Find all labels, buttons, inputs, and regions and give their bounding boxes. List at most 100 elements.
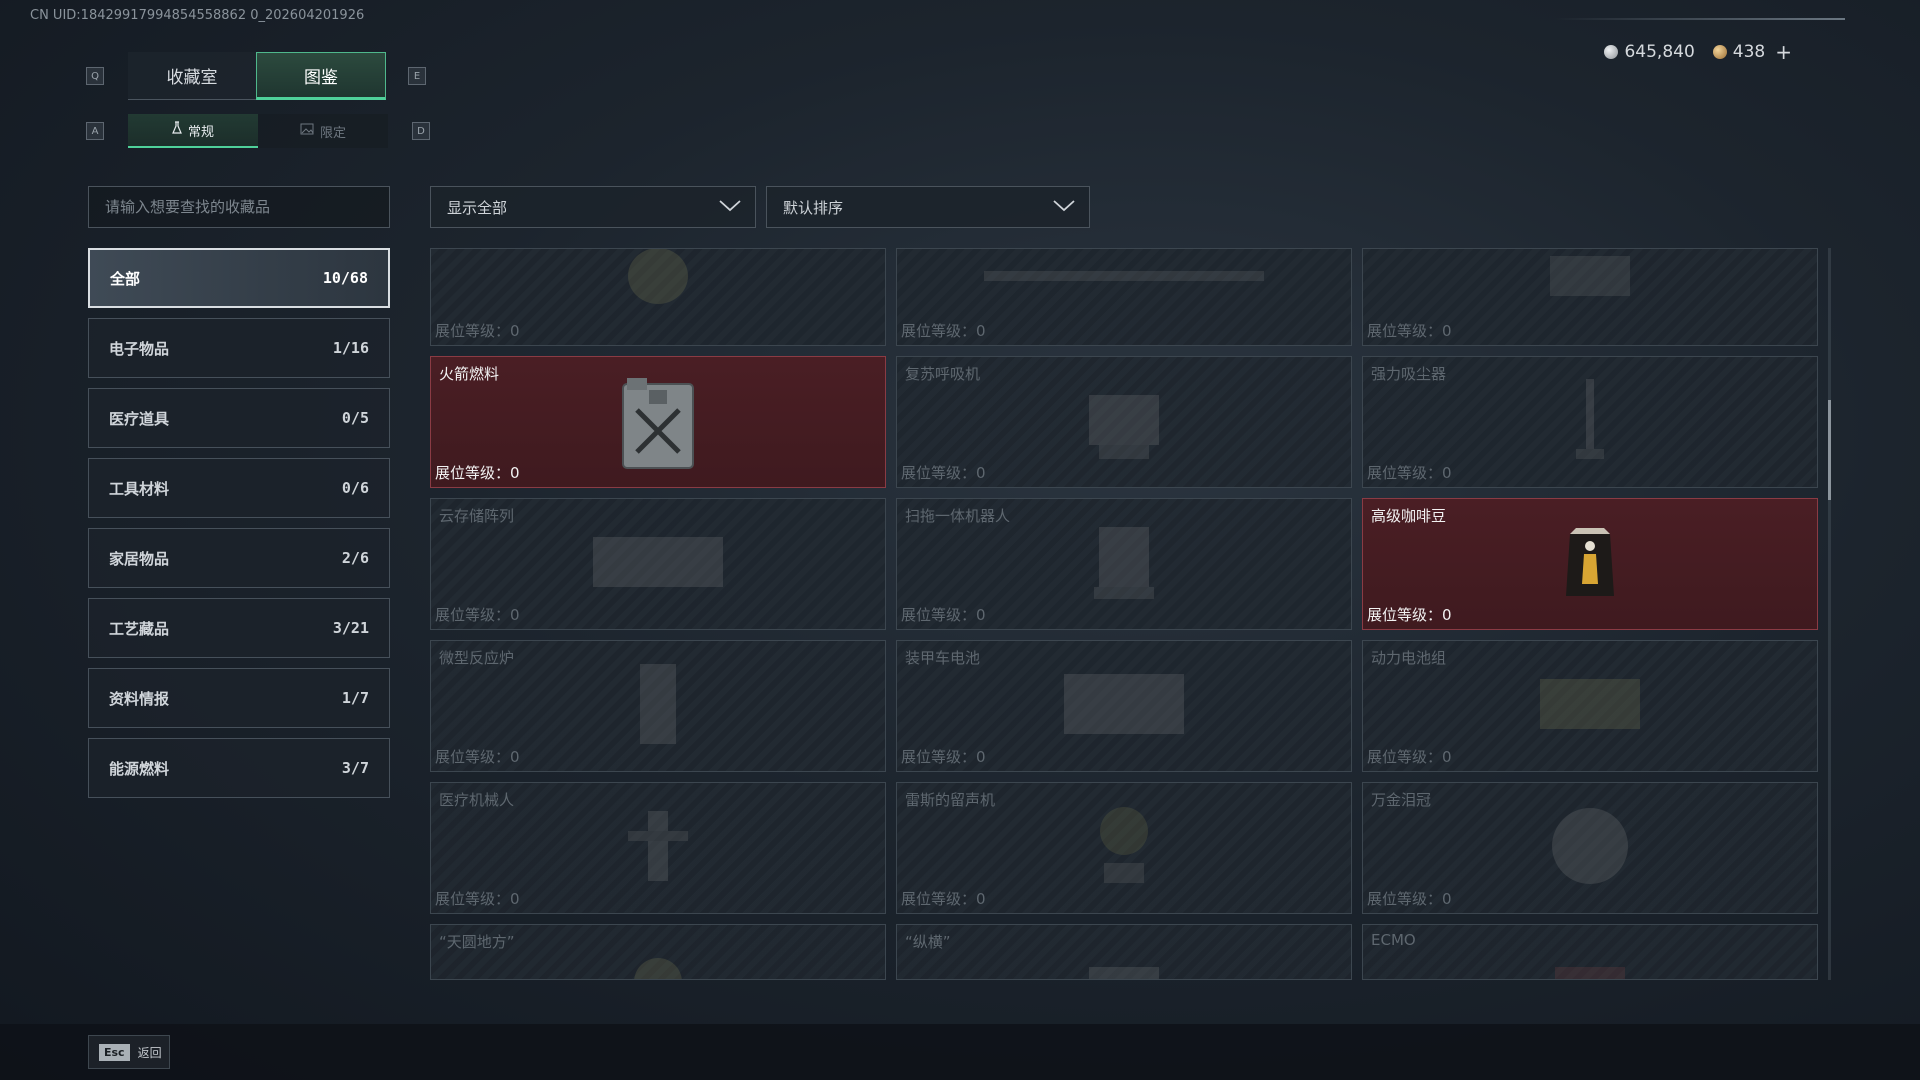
- collection-card[interactable]: “纵横”: [896, 924, 1352, 980]
- battery-pack-icon: [1535, 669, 1645, 743]
- card-name: “天圆地方”: [439, 933, 515, 951]
- card-name: 火箭燃料: [439, 365, 500, 383]
- chevron-down-icon: [719, 198, 741, 216]
- card-level: 展位等级：0: [901, 322, 986, 340]
- subtab-regular[interactable]: 常规: [128, 114, 258, 148]
- flask-icon: [172, 121, 182, 139]
- collection-card[interactable]: 微型反应炉 展位等级：0: [430, 640, 886, 772]
- collection-card[interactable]: 展位等级：0: [1362, 248, 1818, 346]
- category-label: 全部: [110, 269, 141, 288]
- image-icon: [300, 123, 314, 139]
- sort-dropdown-value: 默认排序: [783, 198, 844, 217]
- silver-amount: 645,840: [1624, 42, 1695, 62]
- category-medical[interactable]: 医疗道具 0/5: [88, 388, 390, 448]
- card-level: 展位等级：0: [435, 464, 520, 482]
- category-label: 电子物品: [109, 339, 170, 358]
- collection-card[interactable]: 装甲车电池 展位等级：0: [896, 640, 1352, 772]
- reactor-icon: [628, 654, 688, 758]
- back-button[interactable]: Esc 返回: [88, 1035, 170, 1069]
- gold-amount: 438: [1732, 42, 1766, 62]
- collection-card[interactable]: 动力电池组 展位等级：0: [1362, 640, 1818, 772]
- card-name: 高级咖啡豆: [1371, 507, 1447, 525]
- category-energy[interactable]: 能源燃料 3/7: [88, 738, 390, 798]
- card-name: ECMO: [1371, 931, 1416, 949]
- decorative-line: [1555, 18, 1845, 20]
- collection-card[interactable]: 扫拖一体机器人 展位等级：0: [896, 498, 1352, 630]
- sort-dropdown[interactable]: 默认排序: [766, 186, 1090, 228]
- currency-display: 645,840 438 +: [1604, 40, 1792, 64]
- category-household[interactable]: 家居物品 2/6: [88, 528, 390, 588]
- collection-card[interactable]: 高级咖啡豆 展位等级：0: [1362, 498, 1818, 630]
- medical-robot-icon: [623, 801, 693, 895]
- collection-card[interactable]: ECMO: [1362, 924, 1818, 980]
- search-input[interactable]: [88, 186, 390, 228]
- esc-key-icon: Esc: [99, 1043, 130, 1061]
- fuel-canister-icon: [617, 370, 699, 474]
- silver-currency: 645,840: [1604, 42, 1695, 62]
- battery-icon: [1059, 664, 1189, 748]
- card-name: 扫拖一体机器人: [905, 507, 1011, 525]
- card-level: 展位等级：0: [1367, 606, 1452, 624]
- collection-card[interactable]: 复苏呼吸机 展位等级：0: [896, 356, 1352, 488]
- grid-scrollbar[interactable]: [1828, 248, 1831, 980]
- category-crafts[interactable]: 工艺藏品 3/21: [88, 598, 390, 658]
- collection-card[interactable]: 展位等级：0: [430, 248, 886, 346]
- ecmo-icon: [1550, 957, 1630, 979]
- category-all[interactable]: 全部 10/68: [88, 248, 390, 308]
- collection-card[interactable]: 火箭燃料 展位等级：0: [430, 356, 886, 488]
- player-uid: CN UID:18429917994854558862 0_2026042019…: [30, 8, 365, 23]
- tab-codex[interactable]: 图鉴: [256, 52, 386, 100]
- card-level: 展位等级：0: [1367, 890, 1452, 908]
- card-level: 展位等级：0: [901, 606, 986, 624]
- crown-icon: [1545, 801, 1635, 895]
- collection-card[interactable]: 强力吸尘器 展位等级：0: [1362, 356, 1818, 488]
- card-name: “纵横”: [905, 933, 951, 951]
- card-level: 展位等级：0: [435, 748, 520, 766]
- category-count: 0/5: [341, 409, 369, 427]
- gramophone-icon: [1094, 801, 1154, 895]
- storage-array-icon: [588, 527, 728, 601]
- bottom-bar: [0, 1024, 1920, 1080]
- vacuum-icon: [1570, 375, 1610, 469]
- category-count: 3/7: [341, 759, 369, 777]
- ventilator-icon: [1079, 375, 1169, 469]
- grid-scroll-thumb[interactable]: [1828, 400, 1831, 500]
- card-level: 展位等级：0: [435, 322, 520, 340]
- collection-card[interactable]: 万金泪冠 展位等级：0: [1362, 782, 1818, 914]
- category-count: 1/16: [332, 339, 369, 357]
- collection-card[interactable]: 雷斯的留声机 展位等级：0: [896, 782, 1352, 914]
- collection-card[interactable]: 医疗机械人 展位等级：0: [430, 782, 886, 914]
- collection-card[interactable]: 云存储阵列 展位等级：0: [430, 498, 886, 630]
- key-hint-d: D: [412, 122, 430, 140]
- artifact-icon: [628, 952, 688, 979]
- collection-card[interactable]: “天圆地方”: [430, 924, 886, 980]
- filter-dropdown[interactable]: 显示全部: [430, 186, 756, 228]
- chevron-down-icon: [1053, 198, 1075, 216]
- category-label: 医疗道具: [109, 409, 170, 428]
- card-name: 强力吸尘器: [1371, 365, 1447, 383]
- card-level: 展位等级：0: [1367, 464, 1452, 482]
- card-name: 医疗机械人: [439, 791, 515, 809]
- category-count: 3/21: [332, 619, 369, 637]
- category-intel[interactable]: 资料情报 1/7: [88, 668, 390, 728]
- card-level: 展位等级：0: [435, 890, 520, 908]
- category-tools[interactable]: 工具材料 0/6: [88, 458, 390, 518]
- tab-collection-room[interactable]: 收藏室: [128, 52, 256, 100]
- collection-grid: 展位等级：0 展位等级：0 展位等级：0 火箭燃料 展位等级：0 复苏呼吸机 展…: [430, 248, 1820, 980]
- add-currency-button[interactable]: +: [1775, 40, 1792, 64]
- card-name: 微型反应炉: [439, 649, 515, 667]
- robot-icon: [1084, 517, 1164, 611]
- card-level: 展位等级：0: [901, 748, 986, 766]
- card-name: 动力电池组: [1371, 649, 1447, 667]
- collection-card[interactable]: 展位等级：0: [896, 248, 1352, 346]
- subtab-regular-label: 常规: [187, 124, 214, 140]
- category-label: 工具材料: [109, 479, 170, 498]
- category-electronics[interactable]: 电子物品 1/16: [88, 318, 390, 378]
- card-name: 云存储阵列: [439, 507, 515, 525]
- card-name: 万金泪冠: [1371, 791, 1432, 809]
- key-hint-a: A: [86, 122, 104, 140]
- card-level: 展位等级：0: [901, 464, 986, 482]
- card-level: 展位等级：0: [435, 606, 520, 624]
- subtab-limited[interactable]: 限定: [258, 114, 388, 148]
- category-label: 家居物品: [109, 549, 170, 568]
